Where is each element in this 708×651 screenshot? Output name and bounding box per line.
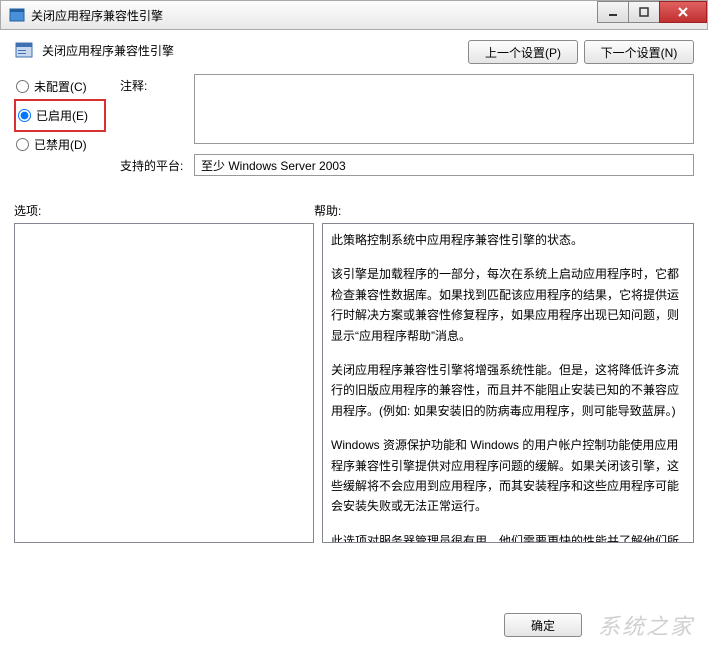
help-paragraph: 此选项对服务器管理员很有用，他们需要更快的性能并了解他们所用应用程序的兼容性。对…	[331, 531, 685, 543]
close-button[interactable]	[659, 1, 707, 23]
platform-value: 至少 Windows Server 2003	[194, 154, 694, 176]
maximize-button[interactable]	[628, 1, 660, 23]
titlebar: 关闭应用程序兼容性引擎	[0, 0, 708, 30]
radio-disabled[interactable]: 已禁用(D)	[14, 132, 106, 157]
help-paragraph: 关闭应用程序兼容性引擎将增强系统性能。但是，这将降低许多流行的旧版应用程序的兼容…	[331, 360, 685, 421]
comment-row: 注释:	[120, 74, 694, 144]
ok-button[interactable]: 确定	[504, 613, 582, 637]
prev-setting-button[interactable]: 上一个设置(P)	[468, 40, 578, 64]
radio-enabled-label: 已启用(E)	[36, 107, 88, 124]
help-paragraph: Windows 资源保护功能和 Windows 的用户帐户控制功能使用应用程序兼…	[331, 435, 685, 517]
platform-row: 支持的平台: 至少 Windows Server 2003	[120, 154, 694, 176]
next-setting-button[interactable]: 下一个设置(N)	[584, 40, 694, 64]
header-title: 关闭应用程序兼容性引擎	[42, 40, 460, 59]
app-icon	[9, 7, 25, 23]
help-label: 帮助:	[314, 202, 341, 219]
fields-column: 注释: 支持的平台: 至少 Windows Server 2003	[120, 74, 694, 186]
window-controls	[597, 1, 707, 29]
content-area: 关闭应用程序兼容性引擎 上一个设置(P) 下一个设置(N) 未配置(C) 已启用…	[0, 30, 708, 553]
radio-disabled-input[interactable]	[16, 138, 29, 151]
minimize-button[interactable]	[597, 1, 629, 23]
help-paragraph: 此策略控制系统中应用程序兼容性引擎的状态。	[331, 230, 685, 250]
footer: 确定 系统之家	[504, 609, 694, 641]
radio-enabled-input[interactable]	[18, 109, 31, 122]
policy-icon	[14, 40, 34, 60]
radio-not-configured-label: 未配置(C)	[34, 78, 87, 95]
help-paragraph: 该引擎是加载程序的一部分，每次在系统上启动应用程序时，它都检查兼容性数据库。如果…	[331, 264, 685, 346]
titlebar-title: 关闭应用程序兼容性引擎	[31, 7, 597, 24]
header-row: 关闭应用程序兼容性引擎 上一个设置(P) 下一个设置(N)	[14, 40, 694, 64]
config-area: 未配置(C) 已启用(E) 已禁用(D) 注释: 支持的平台: 至少 Windo…	[14, 74, 694, 186]
radio-not-configured[interactable]: 未配置(C)	[14, 74, 106, 99]
options-label: 选项:	[14, 202, 314, 219]
radio-enabled[interactable]: 已启用(E)	[16, 103, 104, 128]
platform-label: 支持的平台:	[120, 154, 186, 174]
comment-textarea[interactable]	[194, 74, 694, 144]
help-panel[interactable]: 此策略控制系统中应用程序兼容性引擎的状态。 该引擎是加载程序的一部分，每次在系统…	[322, 223, 694, 543]
radio-disabled-label: 已禁用(D)	[34, 136, 87, 153]
radio-not-configured-input[interactable]	[16, 80, 29, 93]
radio-enabled-highlight: 已启用(E)	[14, 99, 106, 132]
radio-column: 未配置(C) 已启用(E) 已禁用(D)	[14, 74, 106, 186]
watermark: 系统之家	[598, 609, 694, 641]
options-panel[interactable]	[14, 223, 314, 543]
panels: 此策略控制系统中应用程序兼容性引擎的状态。 该引擎是加载程序的一部分，每次在系统…	[14, 223, 694, 543]
panel-labels: 选项: 帮助:	[14, 202, 694, 219]
comment-label: 注释:	[120, 74, 186, 94]
